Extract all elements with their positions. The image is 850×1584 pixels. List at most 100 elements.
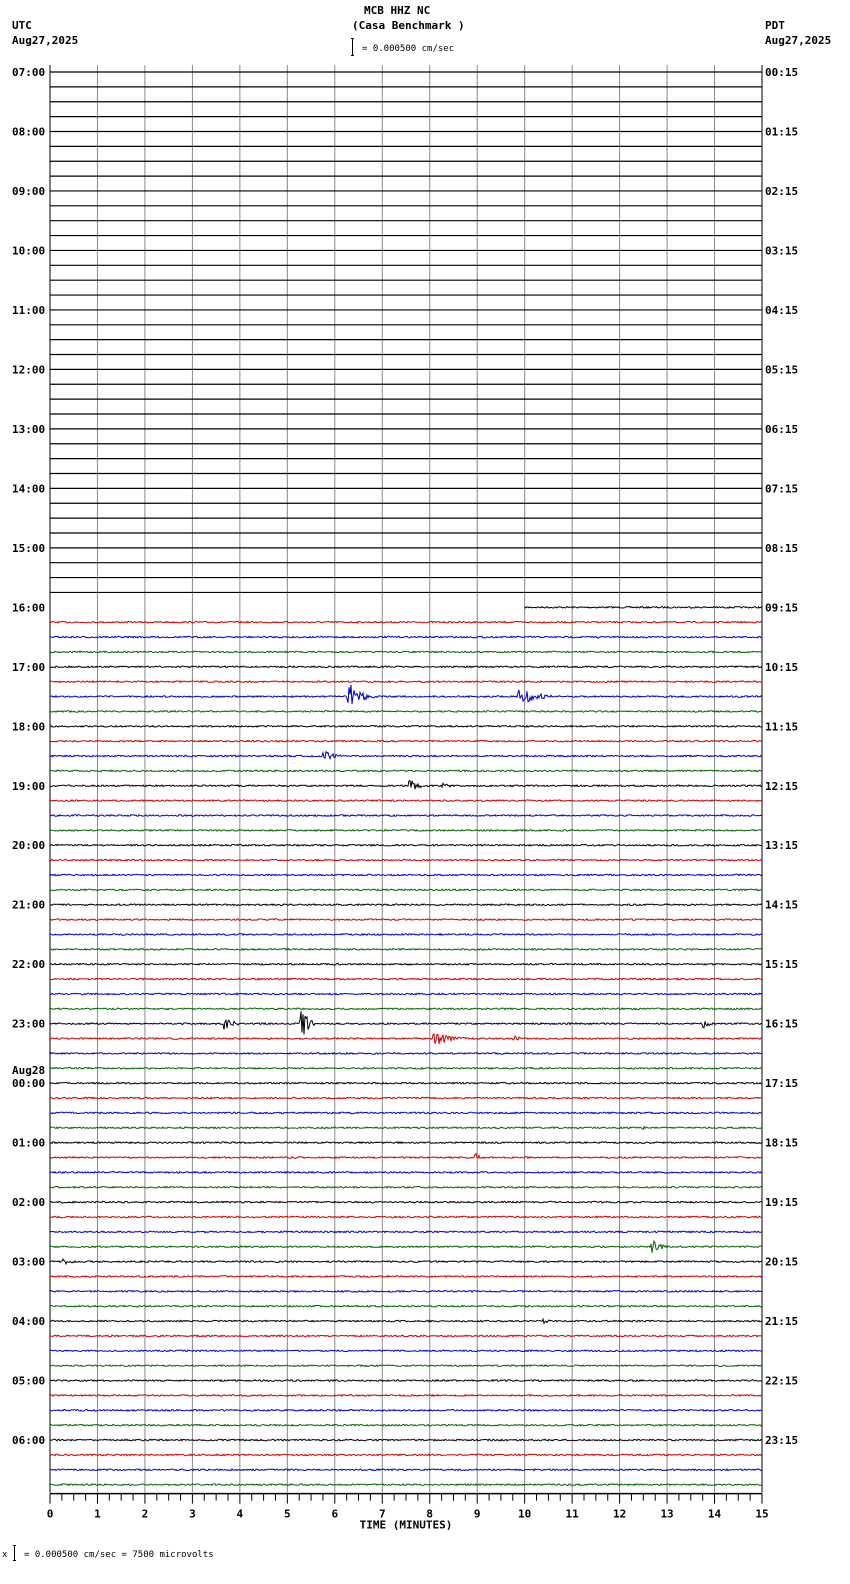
seismic-trace	[50, 977, 763, 981]
seismic-trace	[50, 1215, 763, 1219]
seismic-trace	[49, 1349, 763, 1353]
x-tick-label: 11	[566, 1508, 580, 1521]
utc-hour-label: 22:00	[12, 958, 45, 971]
seismic-trace	[49, 1051, 763, 1056]
pdt-hour-label: 11:15	[765, 720, 798, 733]
seismic-trace	[49, 665, 763, 669]
seismic-trace	[49, 724, 763, 728]
seismic-trace	[49, 709, 762, 714]
seismic-trace	[49, 1317, 763, 1325]
seismic-trace	[49, 1230, 763, 1234]
pdt-hour-label: 16:15	[765, 1018, 798, 1031]
seismic-trace	[49, 813, 763, 818]
footer-scale-prefix: х	[2, 1550, 8, 1560]
utc-hour-label: 17:00	[12, 661, 45, 674]
x-tick-label: 0	[47, 1508, 54, 1521]
seismic-trace	[49, 1007, 763, 1011]
seismic-trace	[49, 1438, 763, 1442]
pdt-hour-label: 21:15	[765, 1315, 798, 1328]
seismic-trace	[50, 843, 763, 847]
pdt-hour-label: 19:15	[765, 1196, 798, 1209]
utc-hour-label: 21:00	[12, 899, 45, 912]
pdt-hour-label: 03:15	[765, 244, 798, 257]
seismic-trace	[49, 620, 763, 624]
seismic-trace	[50, 858, 763, 862]
utc-hour-label: 14:00	[12, 482, 45, 495]
seismic-trace	[524, 605, 762, 609]
x-tick-label: 10	[518, 1508, 531, 1521]
pdt-hour-label: 18:15	[765, 1137, 798, 1150]
seismic-trace	[49, 635, 763, 639]
pdt-hour-label: 10:15	[765, 661, 798, 674]
utc-hour-label: 05:00	[12, 1375, 45, 1388]
seismic-trace	[49, 1152, 763, 1160]
utc-hour-label: 01:00	[12, 1137, 45, 1150]
seismic-trace	[49, 769, 763, 773]
utc-hour-label: 02:00	[12, 1196, 45, 1209]
pdt-hour-label: 06:15	[765, 423, 798, 436]
utc-hour-label: 04:00	[12, 1315, 45, 1328]
seismic-trace	[50, 947, 763, 951]
seismic-trace	[49, 1393, 763, 1398]
footer-scale-label: = 0.000500 cm/sec = 7500 microvolts	[24, 1550, 214, 1560]
seismic-trace	[49, 1111, 762, 1115]
seismic-trace	[49, 962, 763, 966]
seismic-trace	[49, 828, 763, 833]
pdt-hour-label: 04:15	[765, 304, 798, 317]
utc-hour-label: 20:00	[12, 839, 45, 852]
seismic-trace	[49, 1364, 763, 1368]
seismic-trace	[49, 1066, 763, 1070]
seismic-trace	[49, 1378, 763, 1383]
pdt-hour-label: 12:15	[765, 780, 798, 793]
utc-hour-label: 15:00	[12, 542, 45, 555]
seismic-trace	[49, 992, 763, 996]
seismic-trace	[49, 888, 763, 892]
x-tick-label: 3	[189, 1508, 196, 1521]
utc-hour-label: 12:00	[12, 363, 45, 376]
seismic-trace	[49, 917, 763, 922]
x-axis-label: TIME (MINUTES)	[360, 1519, 453, 1532]
utc-hour-label: 03:00	[12, 1256, 45, 1269]
pdt-hour-label: 13:15	[765, 839, 798, 852]
seismic-trace	[49, 1304, 763, 1308]
seismic-trace	[49, 873, 763, 877]
seismic-trace	[49, 1274, 763, 1279]
utc-hour-label: 23:00	[12, 1018, 45, 1031]
x-tick-label: 9	[474, 1508, 481, 1521]
seismic-trace	[49, 1408, 762, 1412]
seismic-trace	[49, 1081, 763, 1085]
x-tick-label: 6	[331, 1508, 338, 1521]
seismic-trace	[49, 1170, 763, 1174]
utc-hour-label: 13:00	[12, 423, 45, 436]
x-tick-label: 13	[660, 1508, 673, 1521]
seismic-trace	[49, 798, 763, 803]
x-tick-label: 5	[284, 1508, 291, 1521]
utc-hour-label: 10:00	[12, 244, 45, 257]
seismic-trace	[49, 1289, 763, 1293]
utc-hour-label: 06:00	[12, 1434, 45, 1447]
seismic-trace	[49, 1011, 762, 1035]
seismic-trace	[49, 1185, 763, 1189]
seismic-trace	[49, 903, 763, 907]
x-tick-label: 2	[142, 1508, 149, 1521]
pdt-hour-label: 01:15	[765, 125, 798, 138]
pdt-hour-label: 17:15	[765, 1077, 798, 1090]
x-tick-label: 12	[613, 1508, 626, 1521]
utc-hour-label: 11:00	[12, 304, 45, 317]
seismic-trace	[49, 739, 763, 743]
x-tick-label: 15	[755, 1508, 768, 1521]
seismic-trace	[50, 680, 763, 684]
seismic-trace	[49, 1125, 763, 1131]
seismic-trace	[49, 1483, 763, 1487]
utc-hour-label: 18:00	[12, 720, 45, 733]
pdt-hour-label: 22:15	[765, 1375, 798, 1388]
utc-hour-label: 07:00	[12, 66, 45, 79]
footer-scale-bar-icon	[13, 1545, 16, 1561]
seismic-trace	[49, 1468, 763, 1472]
seismic-trace	[49, 780, 763, 790]
seismic-trace	[49, 1334, 763, 1338]
seismic-trace	[49, 650, 763, 654]
seismic-trace	[49, 932, 763, 937]
seismic-trace	[49, 1258, 763, 1266]
x-tick-label: 14	[708, 1508, 722, 1521]
